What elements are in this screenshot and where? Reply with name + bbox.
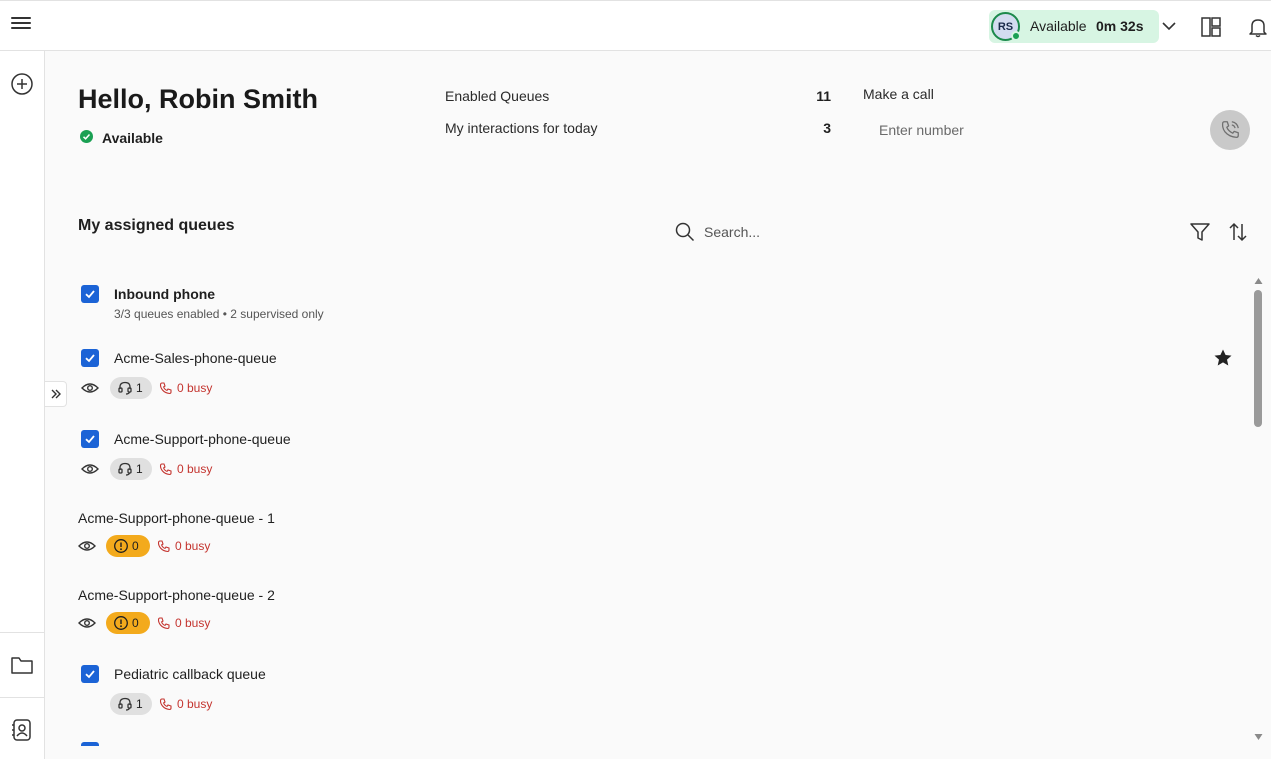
star-icon[interactable] (1213, 348, 1233, 368)
group-checkbox-inbound-phone[interactable] (81, 285, 99, 303)
phone-icon (157, 616, 170, 629)
busy-indicator: 0 busy (159, 381, 212, 395)
headset-icon (118, 697, 132, 711)
check-circle-icon (80, 130, 93, 143)
rail-divider (0, 632, 44, 633)
agent-status-button[interactable]: RS Available 0m 32s (989, 10, 1159, 43)
scroll-up-arrow[interactable] (1254, 277, 1263, 285)
busy-indicator: 0 busy (159, 462, 212, 476)
busy-count: 0 busy (175, 539, 211, 553)
queue-name: Acme-Support-phone-queue (114, 431, 291, 447)
contact-card-icon[interactable] (11, 718, 33, 742)
checkbox-icon (85, 354, 95, 363)
queue-name: Pediatric callback queue (114, 666, 266, 682)
busy-indicator: 0 busy (157, 616, 210, 630)
scroll-down-arrow[interactable] (1254, 733, 1263, 741)
busy-count: 0 busy (177, 697, 213, 711)
stat-value-interactions: 3 (823, 120, 831, 136)
chevron-down-icon[interactable] (1160, 17, 1178, 35)
top-bar: RS Available 0m 32s (0, 0, 1271, 51)
filter-icon[interactable] (1189, 221, 1211, 243)
phone-number-input[interactable] (866, 118, 1196, 142)
group-title: Inbound phone (114, 286, 216, 302)
agent-count-chip: 1 (110, 458, 152, 480)
status-dot (1011, 31, 1021, 41)
make-call-title: Make a call (863, 86, 934, 102)
eye-icon[interactable] (78, 539, 96, 553)
phone-icon (159, 381, 172, 394)
rail-divider (0, 697, 44, 698)
alert-circle-icon (114, 539, 128, 553)
headset-icon (118, 462, 132, 476)
agent-count-chip: 1 (110, 377, 152, 399)
alert-circle-icon (114, 616, 128, 630)
phone-icon (159, 462, 172, 475)
queue-checkbox[interactable] (81, 665, 99, 683)
agent-count: 1 (136, 462, 143, 476)
headset-icon (118, 381, 132, 395)
search-icon (675, 222, 695, 242)
queue-checkbox[interactable] (81, 742, 99, 746)
stat-label-enabled-queues: Enabled Queues (445, 88, 550, 104)
stat-label-interactions: My interactions for today (445, 120, 598, 136)
agent-count: 1 (136, 381, 143, 395)
folder-icon[interactable] (10, 654, 34, 676)
warning-count: 0 (132, 539, 139, 553)
left-rail (0, 51, 45, 759)
add-circle-icon[interactable] (10, 72, 34, 96)
checkbox-icon (85, 290, 95, 299)
warning-count-chip: 0 (106, 612, 150, 634)
queue-search-input[interactable] (698, 220, 998, 244)
queue-checkbox[interactable] (81, 349, 99, 367)
queues-section-title: My assigned queues (78, 217, 235, 234)
warning-count-chip: 0 (106, 535, 150, 557)
group-subtitle: 3/3 queues enabled • 2 supervised only (114, 307, 324, 321)
sort-icon[interactable] (1228, 221, 1248, 243)
eye-icon[interactable] (81, 381, 99, 395)
availability-status: Available (102, 130, 163, 146)
status-label: Available (1030, 18, 1087, 34)
phone-icon (1221, 121, 1239, 138)
menu-icon[interactable] (11, 17, 31, 35)
busy-count: 0 busy (175, 616, 211, 630)
eye-icon[interactable] (81, 462, 99, 476)
checkbox-icon (85, 670, 95, 679)
avatar-initials: RS (997, 20, 1014, 33)
busy-indicator: 0 busy (157, 539, 210, 553)
bell-icon[interactable] (1247, 16, 1269, 38)
page-title: Hello, Robin Smith (78, 84, 318, 114)
phone-icon (157, 539, 170, 552)
queue-name: Acme-Support-phone-queue - 1 (78, 510, 275, 526)
agent-count: 1 (136, 697, 143, 711)
busy-indicator: 0 busy (159, 697, 212, 711)
stat-value-enabled-queues: 11 (816, 88, 831, 104)
scrollbar-thumb[interactable] (1254, 290, 1262, 427)
expand-panel-button[interactable] (45, 381, 67, 407)
busy-count: 0 busy (177, 381, 213, 395)
busy-count: 0 busy (177, 462, 213, 476)
queue-name: Acme-Sales-phone-queue (114, 350, 277, 366)
expand-icon (51, 389, 61, 399)
phone-icon (159, 697, 172, 710)
warning-count: 0 (132, 616, 139, 630)
status-timer: 0m 32s (1096, 18, 1144, 34)
checkbox-icon (85, 435, 95, 444)
queue-checkbox[interactable] (81, 430, 99, 448)
call-button[interactable] (1210, 110, 1250, 150)
queue-name: Acme-Support-phone-queue - 2 (78, 587, 275, 603)
eye-icon[interactable] (78, 616, 96, 630)
layout-icon[interactable] (1200, 16, 1222, 38)
agent-count-chip: 1 (110, 693, 152, 715)
